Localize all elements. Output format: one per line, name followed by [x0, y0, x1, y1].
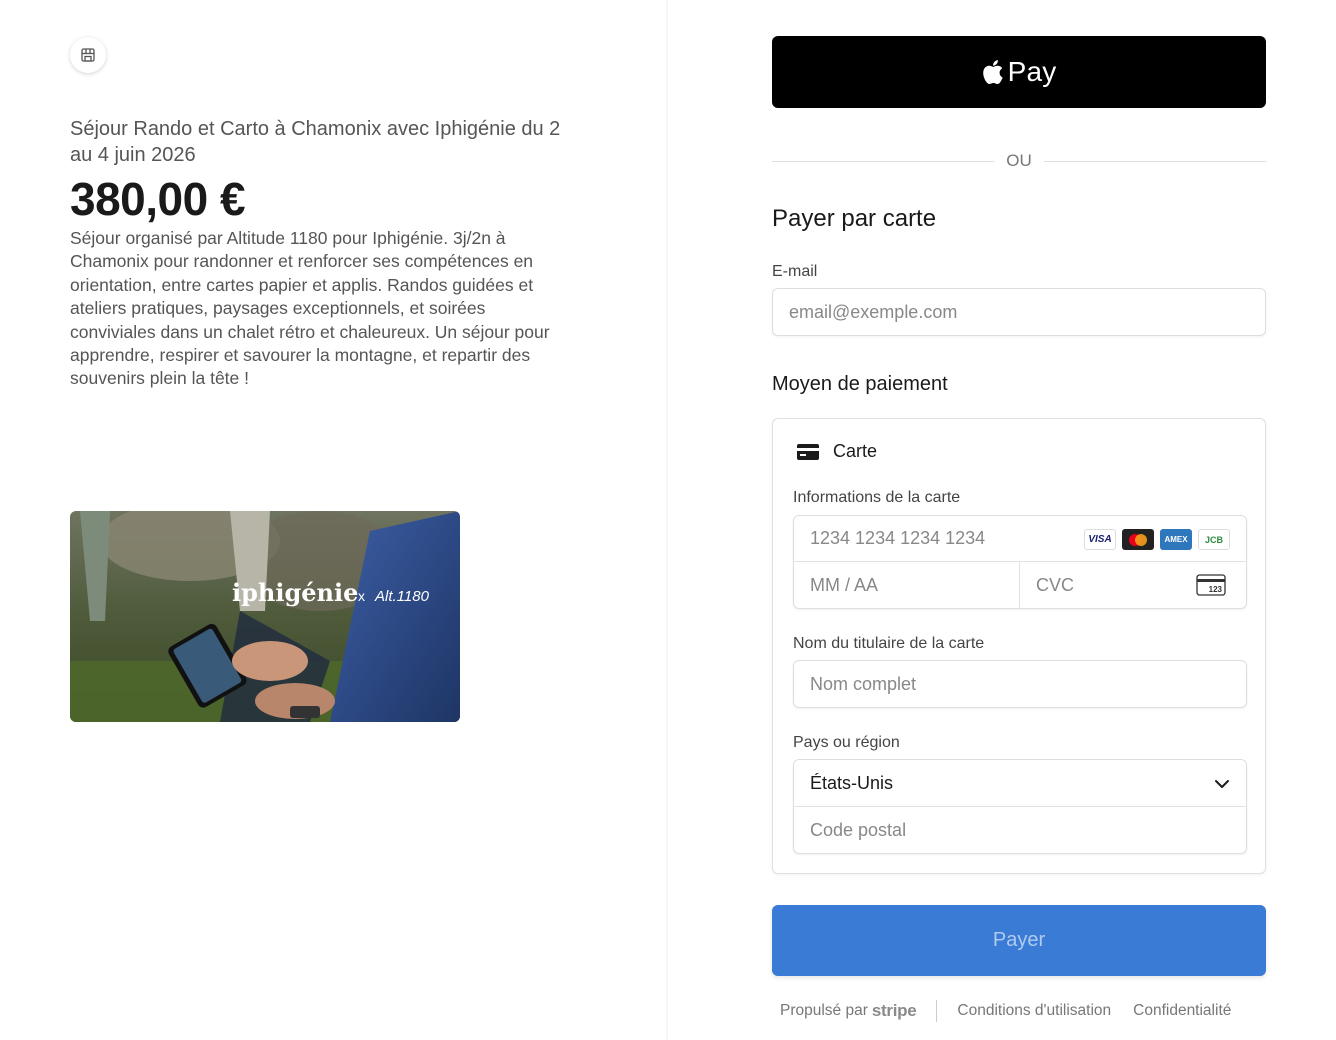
card-tab[interactable]: Carte [797, 441, 877, 462]
stripe-link[interactable]: stripe [872, 1001, 917, 1021]
store-icon[interactable] [70, 37, 106, 73]
email-placeholder: email@exemple.com [789, 301, 958, 322]
apple-icon [982, 60, 1003, 85]
product-price: 380,00 € [70, 173, 246, 225]
postal-placeholder: Code postal [810, 819, 907, 840]
image-partner-text: Alt.1180 [374, 588, 430, 605]
email-field[interactable]: email@exemple.com [772, 288, 1266, 336]
product-summary-panel: Séjour Rando et Carto à Chamonix avec Ip… [0, 0, 668, 1040]
product-description: Séjour organisé par Altitude 1180 pour I… [70, 228, 550, 389]
image-logo-text: iphigénie [232, 578, 358, 607]
or-label: OU [1006, 151, 1032, 170]
terms-link[interactable]: Conditions d'utilisation [957, 1002, 1111, 1020]
card-number-placeholder: 1234 1234 1234 1234 [810, 528, 986, 548]
holder-name-field[interactable]: Nom complet [793, 660, 1247, 708]
product-image: iphigénie x Alt.1180 [70, 511, 460, 722]
footer-separator [936, 1000, 938, 1022]
payment-method-title: Moyen de paiement [772, 373, 948, 395]
card-info-group: 1234 1234 1234 1234 VISA AMEX JCB MM / A… [793, 515, 1247, 609]
visa-icon: VISA [1084, 529, 1116, 550]
country-select[interactable]: États-Unis [794, 760, 1246, 807]
country-label: Pays ou région [793, 734, 900, 751]
apple-pay-button[interactable]: Pay [772, 36, 1266, 108]
expiry-placeholder: MM / AA [810, 574, 879, 595]
country-value: États-Unis [810, 772, 894, 793]
or-line-left [772, 160, 995, 162]
expiry-input[interactable]: MM / AA [794, 562, 1020, 608]
cvc-card-icon: 123 [1196, 574, 1226, 596]
card-number-input[interactable]: 1234 1234 1234 1234 VISA AMEX JCB [794, 516, 1246, 562]
image-x-text: x [358, 588, 365, 604]
jcb-icon: JCB [1198, 529, 1230, 550]
cvc-placeholder: CVC [1036, 574, 1075, 595]
pay-by-card-title: Payer par carte [772, 205, 937, 232]
email-label: E-mail [772, 263, 818, 280]
cvc-input[interactable]: CVC 123 [1020, 562, 1246, 608]
checkout-panel: Pay OU Payer par carte E-mail email@exem… [668, 0, 1336, 1040]
country-group: États-Unis Code postal [793, 759, 1247, 854]
payment-method-box: Carte Informations de la carte 1234 1234… [772, 418, 1266, 874]
credit-card-icon [797, 443, 819, 460]
or-line-right [1043, 160, 1266, 162]
apple-pay-label: Pay [1007, 56, 1057, 87]
holder-label: Nom du titulaire de la carte [793, 635, 985, 652]
chevron-down-icon [1215, 780, 1229, 788]
product-name: Séjour Rando et Carto à Chamonix avec Ip… [70, 118, 561, 166]
holder-placeholder: Nom complet [810, 673, 917, 694]
powered-by-label: Propulsé par [780, 1002, 868, 1019]
pay-button[interactable]: Payer [772, 905, 1266, 976]
card-tab-label: Carte [833, 441, 878, 461]
card-brands: VISA AMEX JCB [1084, 529, 1230, 550]
footer: Propulsé par stripe Conditions d'utilisa… [780, 1000, 1231, 1022]
amex-icon: AMEX [1160, 529, 1192, 550]
card-info-label: Informations de la carte [793, 489, 961, 506]
postal-code-input[interactable]: Code postal [794, 807, 1246, 853]
or-divider: OU [772, 150, 1266, 172]
cvc-icon-text: 123 [1209, 585, 1223, 594]
mastercard-icon [1122, 529, 1154, 550]
privacy-link[interactable]: Confidentialité [1133, 1002, 1231, 1020]
